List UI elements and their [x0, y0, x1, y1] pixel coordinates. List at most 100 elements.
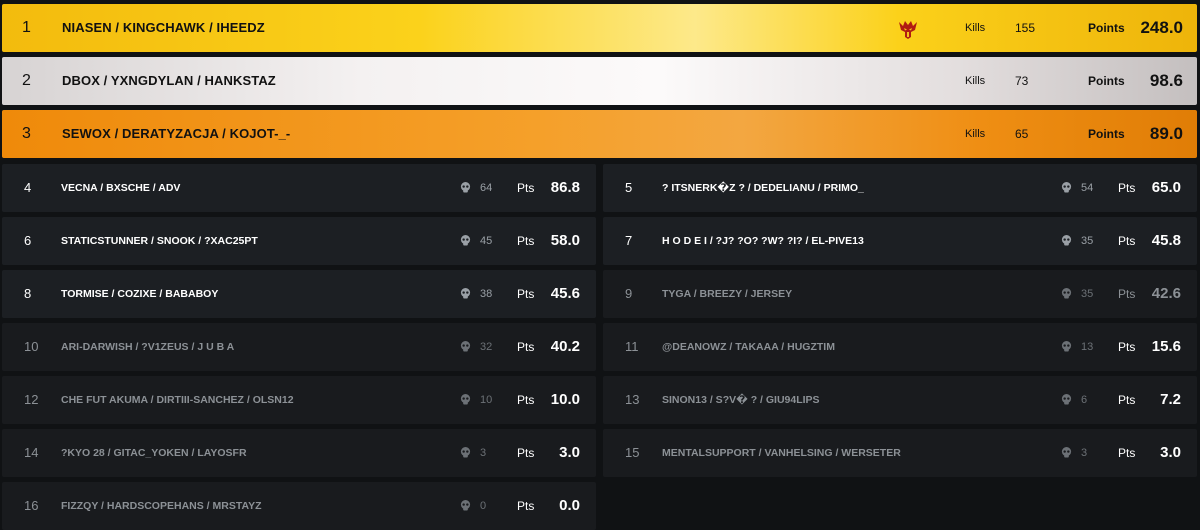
pts-label: Pts — [1118, 340, 1136, 354]
team-name: CHE FUT AKUMA / DIRTIII-SANCHEZ / OLSN12 — [61, 394, 294, 406]
pts-label: Pts — [1118, 234, 1136, 248]
points-label: Points — [1088, 74, 1125, 88]
rank: 4 — [24, 180, 32, 195]
kills-label: Kills — [965, 22, 986, 34]
kills-value: 54 — [1081, 182, 1094, 194]
team-name: TYGA / BREEZY / JERSEY — [662, 288, 793, 300]
pts-value: 3.0 — [559, 444, 580, 461]
team-name: ARI-DARWISH / ?V1ZEUS / J U B A — [61, 341, 235, 353]
team-name: NIASEN / KINGCHAWK / IHEEDZ — [62, 20, 265, 35]
leaderboard-row-15: 15 MENTALSUPPORT / VANHELSING / WERSETER… — [603, 429, 1197, 477]
skull-icon — [1061, 235, 1072, 246]
team-name: MENTALSUPPORT / VANHELSING / WERSETER — [662, 447, 901, 459]
kills-value: 35 — [1081, 235, 1094, 247]
kills-value: 155 — [1015, 21, 1036, 35]
pts-value: 65.0 — [1151, 179, 1181, 196]
skull-icon — [460, 182, 471, 193]
skull-icon — [460, 394, 471, 405]
podium-row-2: 2 DBOX / YXNGDYLAN / HANKSTAZ Kills 73 P… — [2, 57, 1197, 105]
kills-value: 3 — [480, 447, 487, 459]
rank: 5 — [625, 180, 633, 195]
skull-icon — [1061, 394, 1072, 405]
skull-icon — [1061, 288, 1072, 299]
kills-value: 35 — [1081, 288, 1094, 300]
team-name: @DEANOWZ / TAKAAA / HUGZTIM — [662, 341, 835, 353]
skull-icon — [460, 341, 471, 352]
pts-value: 10.0 — [550, 391, 580, 408]
kills-value: 10 — [480, 394, 493, 406]
rank: 15 — [625, 445, 640, 460]
kills-label: Kills — [965, 75, 986, 87]
team-name: ? ITSNERK�Z ? / DEDELIANU / PRIMO_ — [662, 182, 864, 194]
leaderboard-row-4: 4 VECNA / BXSCHE / ADV 64 Pts 86.8 — [2, 164, 596, 212]
leaderboard-row-14: 14 ?KYO 28 / GITAC_YOKEN / LAYOSFR 3 Pts… — [2, 429, 596, 477]
pts-value: 40.2 — [550, 338, 580, 355]
skull-icon — [1061, 341, 1072, 352]
rank: 13 — [625, 392, 640, 407]
leaderboard-row-11: 11 @DEANOWZ / TAKAAA / HUGZTIM 13 Pts 15… — [603, 323, 1197, 371]
pts-label: Pts — [517, 340, 535, 354]
pts-value: 58.0 — [550, 232, 580, 249]
team-logo-icon — [899, 21, 917, 39]
pts-value: 3.0 — [1160, 444, 1181, 461]
rank: 8 — [24, 286, 32, 301]
rank: 6 — [24, 233, 32, 248]
leaderboard-row-9: 9 TYGA / BREEZY / JERSEY 35 Pts 42.6 — [603, 270, 1197, 318]
leaderboard-row-10: 10 ARI-DARWISH / ?V1ZEUS / J U B A 32 Pt… — [2, 323, 596, 371]
pts-value: 0.0 — [559, 497, 580, 514]
pts-label: Pts — [1118, 287, 1136, 301]
skull-icon — [1061, 182, 1072, 193]
leaderboard-row-8: 8 TORMISE / COZIXE / BABABOY 38 Pts 45.6 — [2, 270, 596, 318]
rank: 1 — [22, 19, 31, 36]
pts-label: Pts — [517, 181, 535, 195]
podium-row-3: 3 SEWOX / DERATYZACJA / KOJOT-_- Kills 6… — [2, 110, 1197, 158]
rank: 7 — [625, 233, 633, 248]
leaderboard-row-13: 13 SINON13 / S?V� ? / GIU94LIPS 6 Pts 7.… — [603, 376, 1197, 424]
skull-icon — [460, 288, 471, 299]
kills-value: 32 — [480, 341, 493, 353]
pts-value: 7.2 — [1160, 391, 1181, 408]
kills-label: Kills — [965, 128, 986, 140]
rank: 11 — [625, 339, 639, 354]
kills-value: 0 — [480, 500, 487, 512]
points-value: 89.0 — [1149, 124, 1183, 143]
skull-icon — [460, 447, 471, 458]
leaderboard-row-7: 7 H O D E I / ?J? ?O? ?W? ?I? / EL-PIVE1… — [603, 217, 1197, 265]
leaderboard-row-5: 5 ? ITSNERK�Z ? / DEDELIANU / PRIMO_ 54 … — [603, 164, 1197, 212]
pts-value: 15.6 — [1151, 338, 1181, 355]
team-name: FIZZQY / HARDSCOPEHANS / MRSTAYZ — [61, 500, 262, 512]
pts-value: 42.6 — [1151, 285, 1181, 302]
points-label: Points — [1088, 127, 1125, 141]
team-name: DBOX / YXNGDYLAN / HANKSTAZ — [62, 73, 276, 88]
pts-value: 45.8 — [1151, 232, 1181, 249]
skull-icon — [460, 500, 471, 511]
pts-label: Pts — [1118, 181, 1136, 195]
kills-value: 45 — [480, 235, 493, 247]
skull-icon — [460, 235, 471, 246]
points-value: 248.0 — [1140, 18, 1183, 37]
pts-label: Pts — [517, 446, 535, 460]
kills-value: 3 — [1081, 447, 1088, 459]
leaderboard-row-12: 12 CHE FUT AKUMA / DIRTIII-SANCHEZ / OLS… — [2, 376, 596, 424]
team-name: STATICSTUNNER / SNOOK / ?XAC25PT — [61, 235, 258, 247]
kills-value: 73 — [1015, 74, 1029, 88]
team-name: H O D E I / ?J? ?O? ?W? ?I? / EL-PIVE13 — [662, 235, 864, 247]
rank: 9 — [625, 286, 633, 301]
team-name: ?KYO 28 / GITAC_YOKEN / LAYOSFR — [61, 447, 247, 459]
pts-label: Pts — [517, 287, 535, 301]
rank: 12 — [24, 392, 39, 407]
pts-label: Pts — [1118, 446, 1136, 460]
leaderboard-row-6: 6 STATICSTUNNER / SNOOK / ?XAC25PT 45 Pt… — [2, 217, 596, 265]
team-name: SINON13 / S?V� ? / GIU94LIPS — [662, 394, 820, 406]
points-label: Points — [1088, 21, 1125, 35]
rank: 16 — [24, 498, 39, 513]
rank: 3 — [22, 125, 31, 142]
pts-label: Pts — [517, 499, 535, 513]
pts-label: Pts — [517, 234, 535, 248]
rank: 14 — [24, 445, 39, 460]
team-name: TORMISE / COZIXE / BABABOY — [61, 288, 219, 300]
team-name: SEWOX / DERATYZACJA / KOJOT-_- — [62, 126, 291, 141]
pts-value: 45.6 — [550, 285, 580, 302]
pts-label: Pts — [1118, 393, 1136, 407]
skull-icon — [1061, 447, 1072, 458]
